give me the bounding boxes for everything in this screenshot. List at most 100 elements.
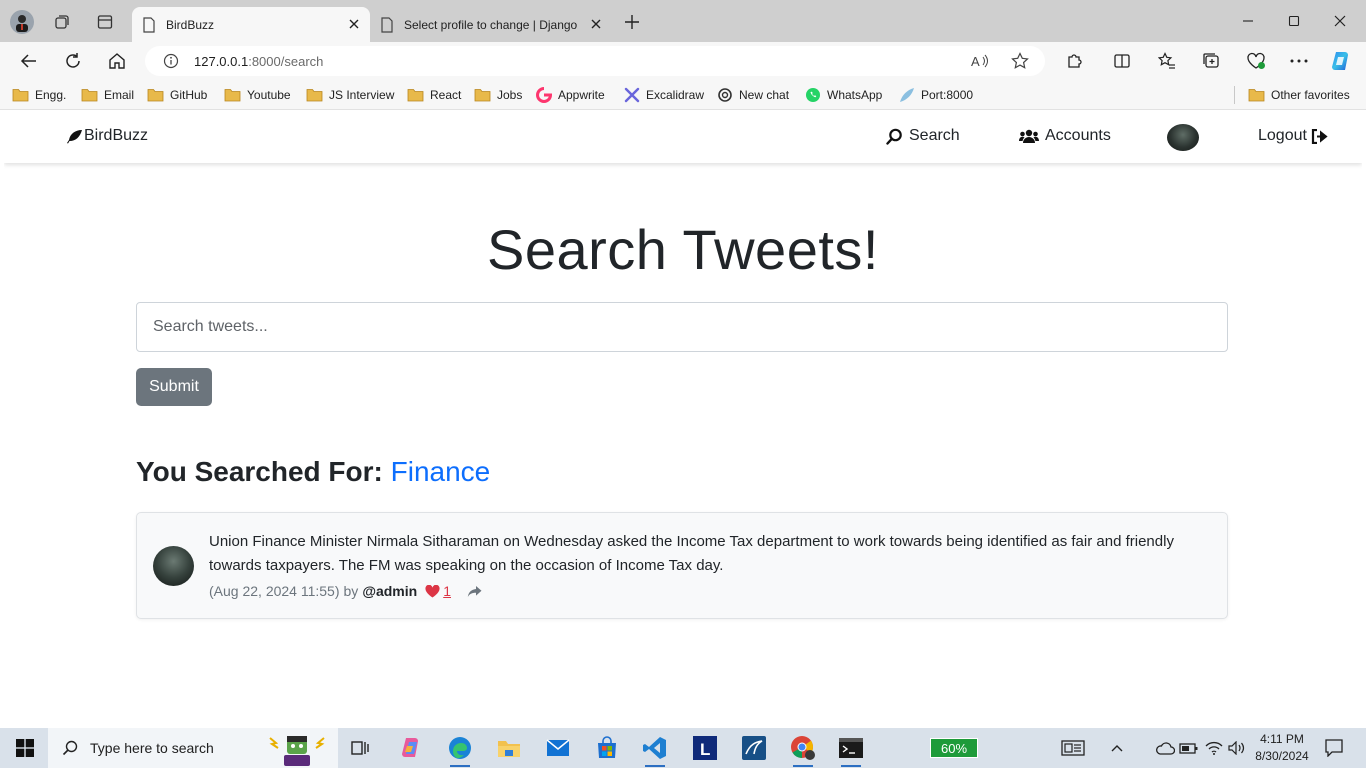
tweet-author-avatar[interactable] [153,546,194,586]
cloud-icon [1156,742,1175,755]
taskbar-database-app-button[interactable] [740,734,768,762]
workspaces-button[interactable] [48,8,76,36]
tab-birdbuzz[interactable]: BirdBuzz [132,7,370,42]
bookmark-js-interview[interactable]: JS Interview [306,86,394,104]
split-screen-button[interactable] [1107,47,1137,75]
bookmark-react[interactable]: React [407,86,461,104]
plus-icon [625,15,639,29]
taskbar-copilot-button[interactable] [397,734,425,762]
submit-button[interactable]: Submit [136,368,212,406]
bookmark-jobs[interactable]: Jobs [474,86,522,104]
like-button[interactable]: 1 [425,583,451,599]
close-tab-button[interactable] [346,16,362,32]
minimize-button[interactable] [1225,6,1271,36]
brand-link[interactable]: BirdBuzz [66,127,148,145]
searched-term: Finance [390,456,491,487]
taskbar-l-app-button[interactable]: L [691,734,719,762]
bookmark-github[interactable]: GitHub [147,86,207,104]
browser-essentials-button[interactable] [1241,47,1271,75]
copilot-button[interactable] [1326,47,1356,75]
back-button[interactable] [14,47,44,75]
taskbar-search-box[interactable]: Type here to search [48,728,338,768]
search-input[interactable] [136,302,1228,352]
address-bar[interactable]: 127.0.0.1:8000/search A [145,46,1045,76]
maximize-button[interactable] [1271,6,1317,36]
close-window-button[interactable] [1317,6,1363,36]
folder-icon [498,741,520,757]
excalidraw-icon [624,87,640,103]
start-button[interactable] [11,734,39,762]
url-host: 127.0.0.1 [194,53,249,69]
read-aloud-icon[interactable]: A [971,53,989,69]
taskbar-chrome-button[interactable] [789,734,817,767]
info-icon[interactable] [163,53,179,69]
share-button[interactable] [467,585,482,598]
taskbar-edge-button[interactable] [446,734,474,767]
bookmark-excalidraw[interactable]: Excalidraw [624,86,704,104]
speaker-icon [1228,741,1245,755]
bookmark-label: WhatsApp [827,88,883,102]
taskbar-mail-button[interactable] [544,734,572,762]
notifications-button[interactable] [1320,734,1348,762]
bookmark-whatsapp[interactable]: WhatsApp [805,86,882,104]
taskbar-clock[interactable]: 4:11 PM 8/30/2024 [1250,731,1314,765]
database-app-icon [742,736,766,760]
show-hidden-icons-button[interactable] [1103,734,1131,762]
page-viewport: BirdBuzz Search Accounts Logout Search T… [4,113,1362,725]
taskbar-file-explorer-button[interactable] [495,734,523,762]
close-tab-button[interactable] [588,16,604,32]
nav-search-link[interactable]: Search [886,127,960,145]
page-icon [143,16,155,33]
chatgpt-icon [718,88,732,102]
tweet-author-link[interactable]: @admin [362,583,417,599]
task-view-button[interactable] [346,734,374,762]
battery-percentage-badge[interactable]: 60% [930,738,978,758]
taskbar-store-button[interactable] [593,734,621,762]
favorites-button[interactable] [1152,47,1182,75]
bookmark-other-favorites[interactable]: Other favorites [1248,86,1350,104]
news-widget-button[interactable] [1059,734,1087,762]
terminal-icon [839,738,863,758]
user-avatar[interactable] [1167,124,1199,151]
search-icon [62,740,78,756]
folder-icon [147,89,164,102]
searched-for-heading: You Searched For: Finance [136,456,490,488]
bookmark-label: Port:8000 [921,88,974,102]
task-view-icon [351,741,369,755]
tweet-text: Union Finance Minister Nirmala Sitharama… [209,533,1174,574]
taskbar-terminal-button[interactable] [837,734,865,767]
volume-button[interactable] [1223,734,1251,762]
tab-actions-button[interactable] [91,8,119,36]
searched-for-label: You Searched For: [136,456,383,487]
tweet-meta: (Aug 22, 2024 11:55) by @admin 1 [209,583,482,599]
page-title: Search Tweets! [487,218,879,281]
leaf-icon [900,88,914,102]
bookmark-port-8000[interactable]: Port:8000 [899,86,973,104]
battery-status-button[interactable] [1175,734,1203,762]
maximize-icon [1288,15,1300,27]
edge-icon [449,737,471,759]
share-icon [467,585,482,597]
tab-actions-icon [97,15,113,29]
more-options-button[interactable] [1284,47,1314,75]
chrome-icon [791,736,815,760]
bookmark-new-chat[interactable]: New chat [717,86,789,104]
bookmark-email[interactable]: Email [81,86,134,104]
nav-accounts-link[interactable]: Accounts [1019,127,1111,145]
collections-button[interactable] [1196,47,1226,75]
home-button[interactable] [102,47,132,75]
extensions-button[interactable] [1060,47,1090,75]
refresh-button[interactable] [58,47,88,75]
bookmark-youtube[interactable]: Youtube [224,86,291,104]
battery-icon [1179,743,1198,754]
tab-django-admin[interactable]: Select profile to change | Django site a… [370,7,612,42]
taskbar-vscode-button[interactable] [641,734,669,767]
bookmark-appwrite[interactable]: Appwrite [536,86,605,104]
profile-avatar[interactable] [8,8,36,36]
favorite-star-icon[interactable] [1011,52,1029,70]
news-icon [1061,740,1085,756]
bookmark-engg[interactable]: Engg. [12,86,66,104]
new-tab-button[interactable] [618,8,646,36]
nav-logout-link[interactable]: Logout [1258,127,1328,145]
mail-icon [546,739,570,756]
